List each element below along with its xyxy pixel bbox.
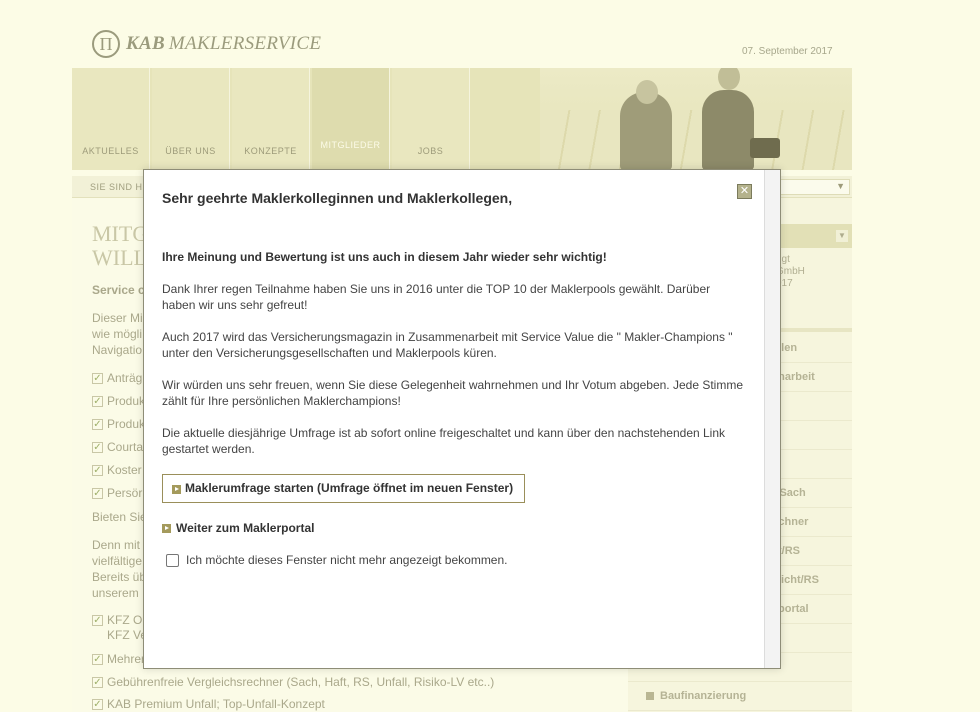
breadcrumb: SIE SIND H — [90, 182, 143, 192]
service-label: Service c — [92, 283, 145, 297]
check-item: ✓ KAB Premium Unfall; Top-Unfall-Konzept — [92, 697, 325, 711]
checkmark-icon: ✓ — [92, 487, 103, 499]
checkmark-icon: ✓ — [92, 418, 103, 430]
quick-nav-dropdown[interactable]: ▼ — [772, 179, 850, 195]
hero-floor — [540, 110, 852, 170]
offer-label: Bieten Sie — [92, 510, 147, 524]
check-item: ✓ KFZ O KFZ Ve — [92, 613, 148, 642]
checkmark-icon: ✓ — [92, 653, 103, 665]
main-navigation: AKTUELLES ÜBER UNS KONZEPTE MITGLIEDER J… — [72, 68, 852, 170]
nav-tab-mitglieder[interactable]: MITGLIEDER — [312, 68, 390, 170]
logo-text: KAB MAKLERSERVICE — [126, 33, 322, 54]
check-item: ✓ Koster — [92, 463, 142, 477]
column-logo-icon: Π — [92, 30, 120, 58]
dont-show-again-label: Ich möchte dieses Fenster nicht mehr ang… — [186, 553, 508, 567]
sidebar-link-baufinanzierung[interactable]: Baufinanzierung — [628, 682, 852, 711]
modal-paragraph: Die aktuelle diesjährige Umfrage ist ab … — [162, 426, 726, 456]
hero-person-right — [702, 90, 754, 170]
intro-text: Dieser Mi wie mögli Navigatio — [92, 311, 143, 357]
checkmark-icon: ✓ — [92, 676, 103, 688]
dont-show-again-checkbox[interactable] — [166, 553, 179, 567]
modal-paragraph: Wir würden uns sehr freuen, wenn Sie die… — [162, 378, 744, 408]
checkmark-icon: ✓ — [92, 698, 103, 710]
nav-tab-konzepte[interactable]: KONZEPTE — [232, 68, 310, 170]
modal-paragraph: Auch 2017 wird das Versicherungsmagazin … — [162, 330, 733, 360]
check-item: ✓ Produk — [92, 394, 146, 408]
check-item: ✓ Produk — [92, 417, 146, 431]
nav-tab-ueber-uns[interactable]: ÜBER UNS — [152, 68, 230, 170]
checkmark-icon: ✓ — [92, 615, 103, 626]
nav-tab-jobs[interactable]: JOBS — [392, 68, 470, 170]
briefcase-icon — [750, 138, 780, 158]
modal-paragraph: Dank Ihrer regen Teilnahme haben Sie uns… — [162, 282, 711, 312]
close-icon[interactable]: ✕ — [737, 184, 752, 199]
play-arrow-icon — [172, 485, 181, 494]
check-item: ✓ Gebührenfreie Vergleichsrechner (Sach, … — [92, 675, 495, 689]
check-item: ✓ Anträg — [92, 371, 143, 385]
checkmark-icon: ✓ — [92, 372, 103, 384]
nav-tab-aktuelles[interactable]: AKTUELLES — [72, 68, 150, 170]
hero-person-right-head — [718, 68, 740, 90]
checkmark-icon: ✓ — [92, 464, 103, 476]
check-item: ✓ Courta — [92, 440, 144, 454]
start-survey-button[interactable]: Maklerumfrage starten (Umfrage öffnet im… — [162, 474, 525, 503]
modal-title: Sehr geehrte Maklerkolleginnen und Makle… — [162, 190, 513, 206]
page-title: MITG WILL — [92, 221, 149, 270]
more-text: Denn mit vielfältige Bereits üb unserem — [92, 538, 147, 600]
check-item: ✓ Persör — [92, 486, 143, 500]
bullet-icon — [646, 692, 654, 700]
checkmark-icon: ✓ — [92, 395, 103, 407]
survey-modal: ✕ Sehr geehrte Maklerkolleginnen und Mak… — [143, 169, 781, 669]
current-date: 07. September 2017 — [742, 46, 833, 57]
play-arrow-icon — [162, 524, 171, 533]
modal-lead: Ihre Meinung und Bewertung ist uns auch … — [162, 250, 607, 264]
dont-show-again-row[interactable]: Ich möchte dieses Fenster nicht mehr ang… — [166, 553, 508, 567]
chevron-down-icon: ▼ — [836, 181, 845, 191]
hero-handshake-image — [540, 68, 852, 170]
chevron-down-icon[interactable]: ▼ — [836, 230, 848, 242]
hero-person-left-head — [636, 80, 658, 104]
modal-scrollbar[interactable] — [764, 170, 780, 668]
checkmark-icon: ✓ — [92, 441, 103, 453]
kab-logo[interactable]: Π KAB MAKLERSERVICE — [92, 30, 321, 58]
maklerportal-link[interactable]: Weiter zum Maklerportal — [162, 521, 314, 535]
check-item: ✓ Mehrer — [92, 652, 146, 666]
